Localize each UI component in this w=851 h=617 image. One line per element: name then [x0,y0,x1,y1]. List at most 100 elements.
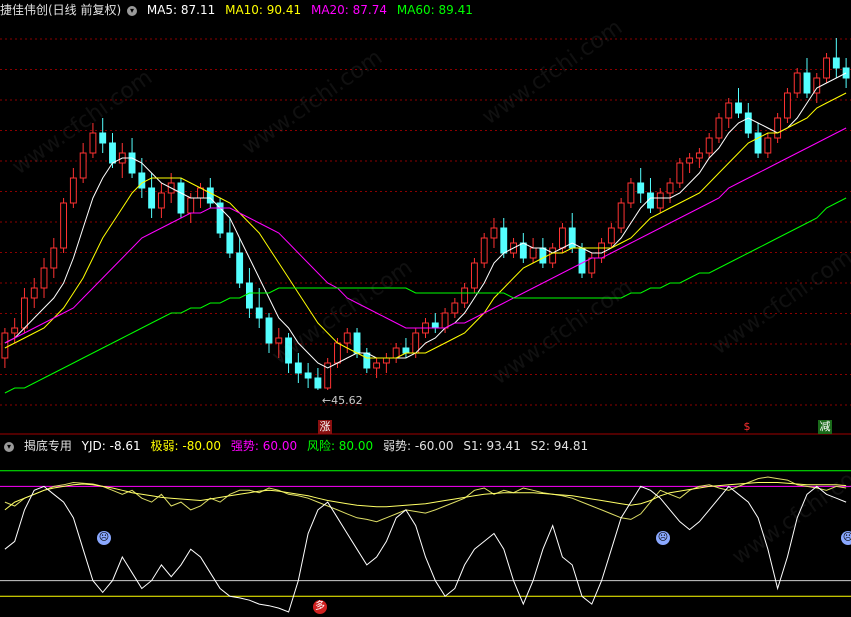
candle-body [656,192,664,209]
candle-body [226,232,234,254]
candle-body [774,117,782,139]
candle-body [676,162,684,184]
candle-body [500,227,508,254]
candle-body [60,202,68,249]
candle-body [177,182,185,214]
candle-body [89,132,97,154]
candle-body [735,102,742,114]
candle-body [451,302,459,314]
candle-body [79,152,87,179]
zhang-signal: 涨 [318,420,332,434]
candle-body [334,342,341,364]
candle-body [353,332,361,354]
candle-body [187,197,195,214]
candle-body [725,102,733,119]
candle-body [402,347,410,354]
sad-face-icon: ☹ [656,531,670,545]
candle-body [823,57,830,79]
candle-body [148,187,156,209]
candle-body [461,287,469,304]
candle-body [754,132,762,154]
indicator-legend: ▾ 揭底专用 YJD: -8.61 极弱: -80.00 强势: 60.00 风… [0,437,594,455]
candle-body [783,92,791,119]
candle-body [607,227,615,244]
s2-label: S2: 94.81 [530,439,589,453]
candle-body [803,72,811,94]
candle-body [431,322,439,329]
candle-body [382,357,390,364]
candle-body [470,262,478,289]
qiangshi-label: 强势: 60.00 [230,439,298,453]
candle-body [686,157,694,164]
fengxian-label: 风险: 80.00 [306,439,374,453]
candle-body [793,72,801,94]
candle-body [157,192,165,209]
s1-label: S1: 93.41 [463,439,521,453]
candle-body [568,227,576,249]
candle-body [490,227,498,239]
candle-body [275,337,283,344]
candle-body [373,362,381,369]
candle-body [549,247,557,264]
candle-body [1,332,9,359]
candle-body [21,297,28,329]
candle-body [539,247,547,264]
candle-body [109,142,116,164]
candle-body [480,237,488,264]
candle-body [294,362,302,374]
candle-body [637,182,645,194]
candle-body [617,202,625,229]
candle-body [588,257,596,274]
candle-body [69,177,77,204]
s1-line [4,476,847,523]
stock-chart: ←45.62 [0,38,851,613]
yjd-line [4,485,847,613]
sad-face-icon: ☹ [97,531,111,545]
candle-body [285,337,292,364]
ma10-label: MA10: 90.41 [225,3,302,17]
candle-body [265,317,273,344]
candle-body [559,227,566,249]
chevron-down-icon[interactable]: ▾ [4,441,14,452]
candle-body [304,372,312,379]
candle-body [236,252,244,284]
ma60-line [4,197,847,394]
candle-body [314,377,322,389]
jiruo-label: 极弱: -80.00 [150,439,222,453]
ma5-label: MA5: 87.11 [146,3,216,17]
candle-body [715,117,723,139]
main-legend: 捷佳伟创(日线 前复权) ▾ MA5: 87.11 MA10: 90.41 MA… [0,1,479,19]
low-price-label: ←45.62 [322,394,363,407]
candle-body [529,247,537,259]
candle-body [627,182,635,204]
dollar-signal: $ [743,420,751,433]
candle-body [363,352,371,369]
sad-face-icon: ☹ [841,531,851,545]
stock-title: 捷佳伟创(日线 前复权) [0,3,122,17]
candle-body [128,152,136,174]
candle-body [99,132,107,144]
candle-body [519,242,527,259]
candle-body [343,332,351,344]
candle-body [695,152,703,159]
yjd-label: YJD: -8.61 [81,439,141,453]
candle-body [842,67,850,79]
candle-body [245,282,253,309]
candle-body [50,247,58,269]
candle-body [40,267,48,289]
indicator-name: 揭底专用 [23,439,72,453]
chevron-down-icon[interactable]: ▾ [127,5,138,16]
candle-body [578,247,586,274]
jian-signal: 减 [818,420,832,434]
ruoshi-label: 弱势: -60.00 [382,439,454,453]
candle-body [412,332,420,354]
candle-body [744,112,752,134]
candle-body [441,312,449,329]
candle-body [666,182,674,194]
duo-signal: 多 [313,600,327,614]
candle-body [30,287,38,299]
candle-body [598,242,606,259]
candle-body [255,307,263,319]
ma60-label: MA60: 89.41 [396,3,473,17]
ma20-label: MA20: 87.74 [310,3,388,17]
